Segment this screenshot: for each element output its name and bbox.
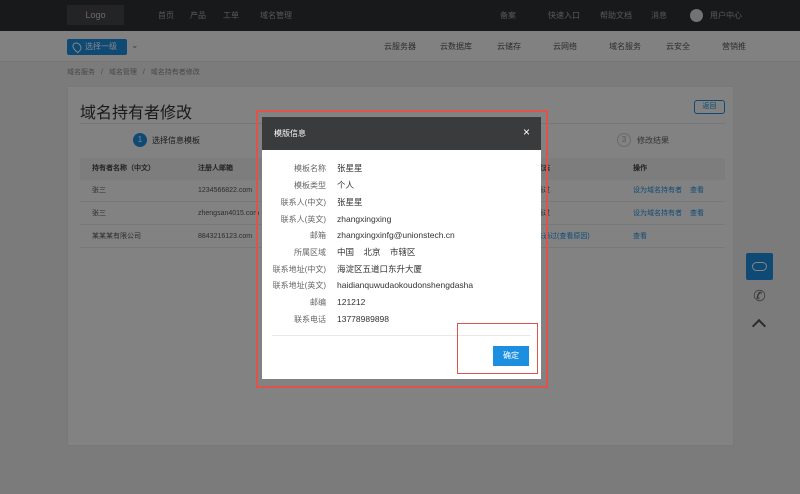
button-highlight-frame: [457, 323, 538, 374]
